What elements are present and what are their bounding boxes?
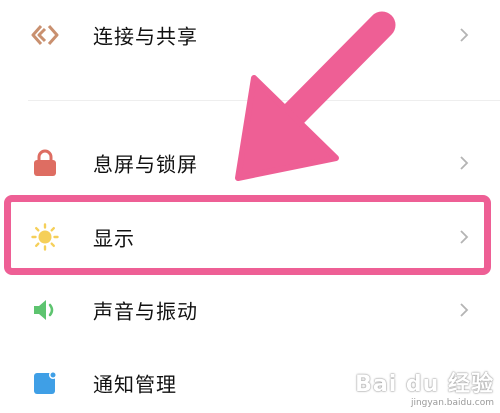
watermark: Bai du 经验 jingyan.baidu.com (355, 366, 494, 408)
watermark-url: jingyan.baidu.com (410, 398, 494, 408)
annotation-arrow-icon (235, 11, 396, 181)
watermark-brand: Bai du 经验 (355, 372, 494, 397)
